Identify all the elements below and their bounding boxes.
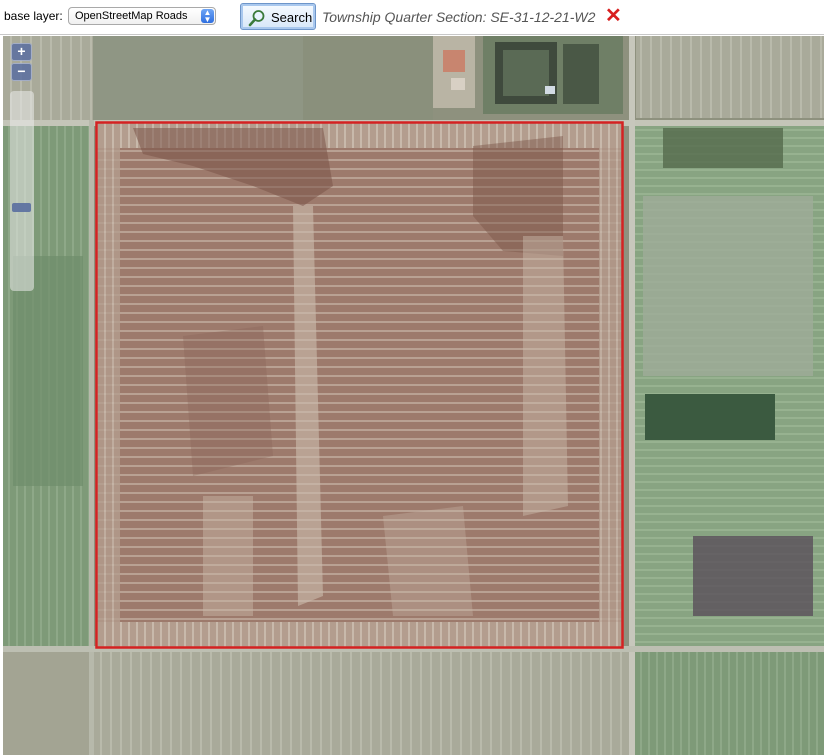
map-view[interactable]: + −: [3, 36, 824, 755]
zoom-slider-handle[interactable]: [12, 203, 31, 212]
base-layer-selected: OpenStreetMap Roads: [75, 10, 188, 22]
satellite-imagery: [3, 36, 824, 755]
zoom-out-button[interactable]: −: [11, 63, 32, 81]
zoom-control: + −: [10, 43, 34, 83]
up-down-chevron-icon: ▲ ▼: [201, 9, 214, 24]
zoom-slider-track[interactable]: [10, 91, 34, 291]
search-button[interactable]: Search: [240, 3, 316, 30]
magnifier-icon: [248, 10, 265, 27]
search-button-label: Search: [271, 10, 313, 25]
search-result-text: Township Quarter Section: SE-31-12-21-W2: [322, 9, 596, 25]
toolbar: base layer: OpenStreetMap Roads ▲ ▼ Searc…: [0, 0, 824, 35]
base-layer-select[interactable]: OpenStreetMap Roads ▲ ▼: [68, 7, 216, 25]
zoom-in-button[interactable]: +: [11, 43, 32, 61]
close-x-icon[interactable]: ✕: [605, 6, 622, 26]
base-layer-label: base layer:: [4, 9, 63, 23]
